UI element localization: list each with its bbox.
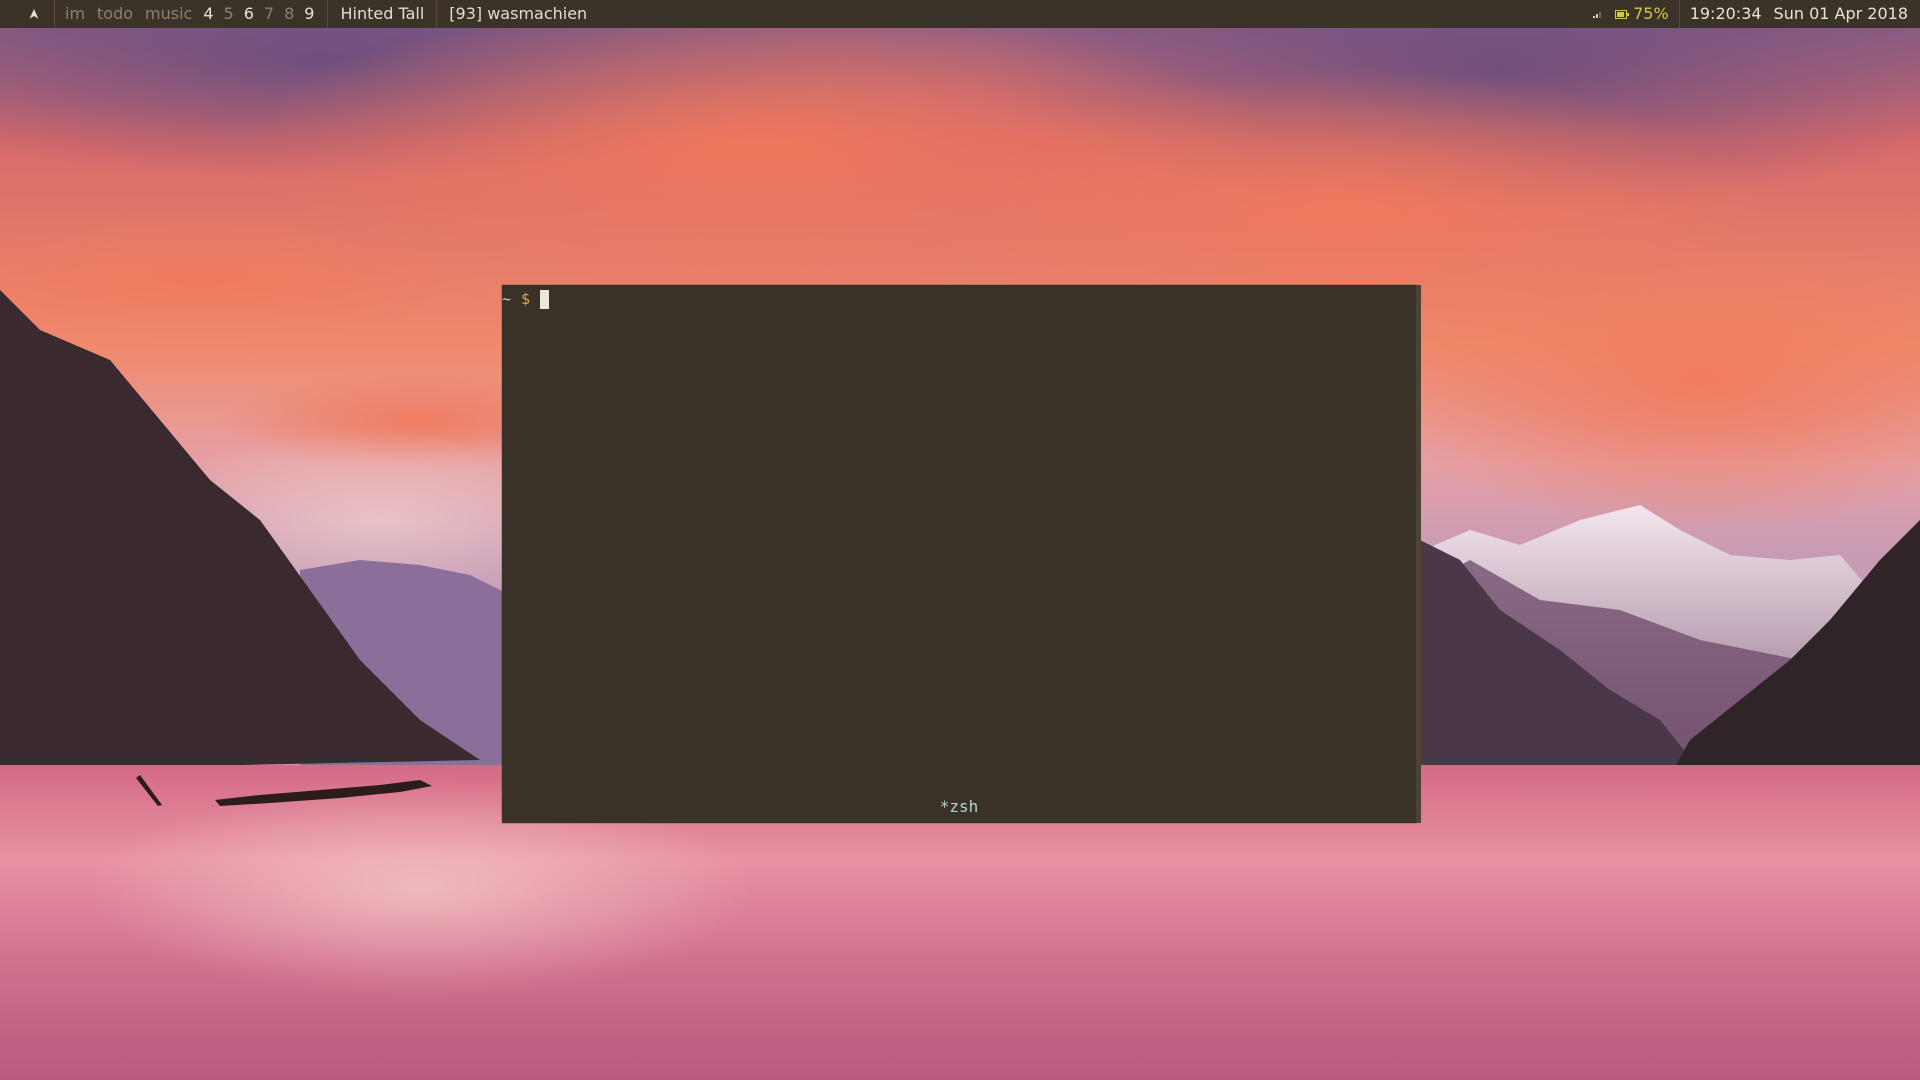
clock-date: Sun 01 Apr 2018	[1773, 4, 1908, 23]
workspace-9[interactable]: 9	[299, 0, 319, 28]
workspace-5[interactable]: 5	[219, 0, 239, 28]
signal-icon	[1593, 10, 1602, 18]
battery-icon	[1615, 9, 1630, 19]
desktop: im todo music 4 5 6 7 8 9 Hinted Tall [9…	[0, 0, 1920, 1080]
battery-percent: 75%	[1633, 4, 1669, 23]
shell-prompt[interactable]: ~ $	[502, 289, 550, 309]
text-cursor	[540, 289, 550, 309]
divider	[327, 0, 329, 28]
workspace-7[interactable]: 7	[259, 0, 279, 28]
prompt-symbol: $	[521, 290, 531, 308]
terminal-window[interactable]: ~ $ *zsh	[502, 285, 1421, 823]
workspace-6[interactable]: 6	[239, 0, 259, 28]
prompt-directory: ~	[502, 290, 512, 308]
top-status-bar: im todo music 4 5 6 7 8 9 Hinted Tall [9…	[0, 0, 1920, 28]
workspace-list: im todo music 4 5 6 7 8 9	[59, 0, 319, 28]
workspace-music[interactable]: music	[139, 0, 198, 28]
bar-right: 75% 19:20:34 Sun 01 Apr 2018	[1593, 0, 1908, 28]
window-border	[1416, 285, 1421, 823]
workspace-4[interactable]: 4	[198, 0, 218, 28]
workspace-todo[interactable]: todo	[91, 0, 139, 28]
workspace-8[interactable]: 8	[279, 0, 299, 28]
tmux-window-label[interactable]: *zsh	[502, 797, 1416, 816]
layout-indicator[interactable]: Hinted Tall	[336, 0, 428, 28]
battery-indicator: 75%	[1615, 0, 1679, 28]
bar-left: im todo music 4 5 6 7 8 9 Hinted Tall [9…	[14, 0, 591, 28]
workspace-im[interactable]: im	[59, 0, 91, 28]
focused-window-title: [93] wasmachien	[449, 4, 588, 23]
arch-launcher-icon[interactable]	[14, 0, 55, 28]
divider	[436, 0, 438, 28]
clock-time: 19:20:34	[1678, 0, 1772, 28]
